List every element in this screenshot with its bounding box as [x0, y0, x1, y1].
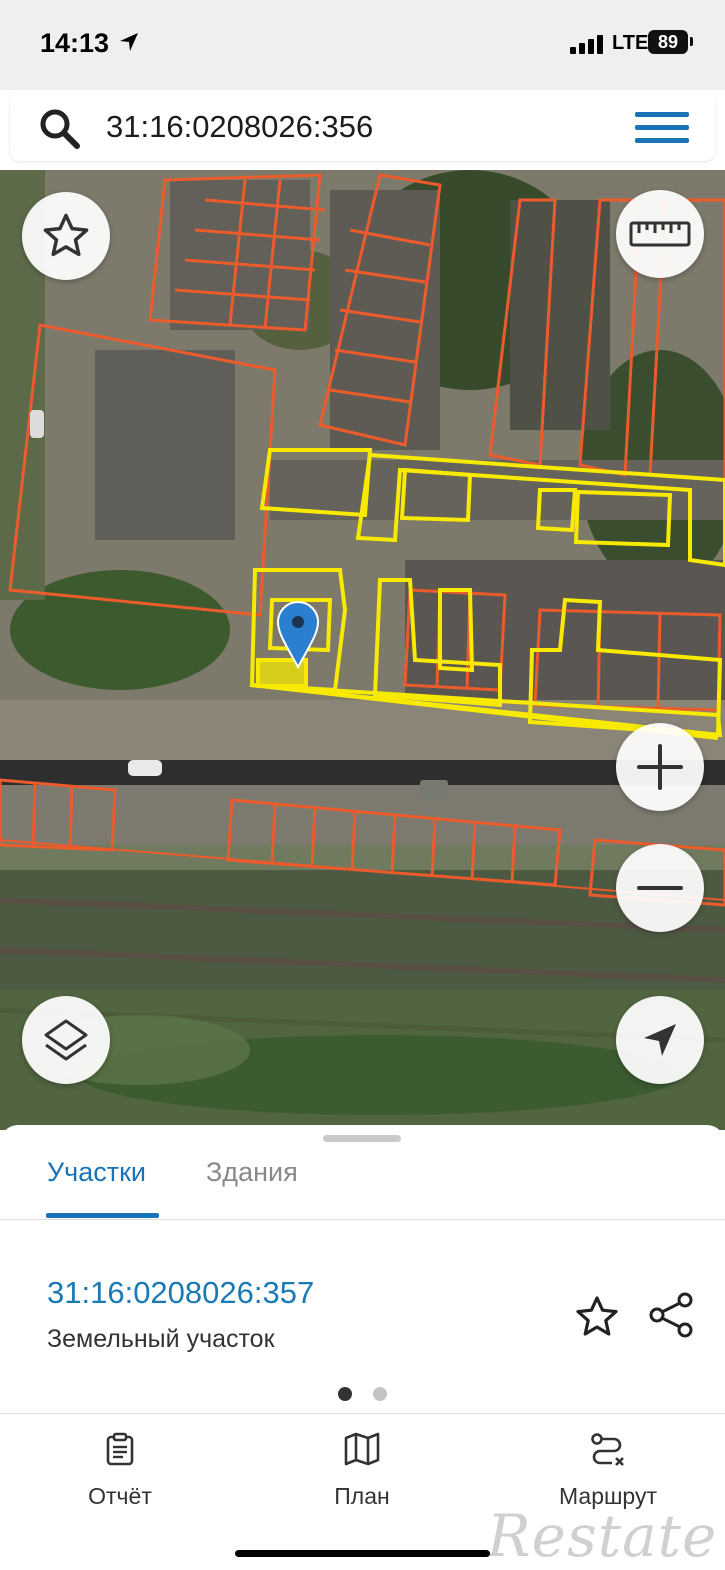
- search-bar[interactable]: 31:16:0208026:356: [10, 95, 715, 161]
- tab-buildings[interactable]: Здания: [206, 1157, 298, 1188]
- search-input[interactable]: 31:16:0208026:356: [106, 109, 373, 145]
- my-location-button[interactable]: [616, 996, 704, 1084]
- tab-parcels[interactable]: Участки: [47, 1157, 146, 1188]
- bottom-navigation: Отчёт План Маршрут Restate: [0, 1413, 725, 1570]
- nav-plan-label: План: [334, 1483, 390, 1509]
- report-icon: [106, 1432, 134, 1466]
- search-icon[interactable]: [38, 107, 82, 151]
- map-icon: [344, 1432, 380, 1466]
- share-icon[interactable]: [647, 1291, 695, 1339]
- ruler-button[interactable]: [616, 190, 704, 278]
- parcel-cadastral-number[interactable]: 31:16:0208026:357: [47, 1275, 314, 1311]
- favorite-button[interactable]: [22, 192, 110, 280]
- location-arrow-icon: [120, 33, 138, 51]
- home-indicator: [235, 1550, 490, 1557]
- plus-icon: [637, 744, 683, 790]
- layers-icon: [44, 1019, 88, 1061]
- battery-icon: [690, 37, 693, 46]
- status-bar: 14:13 LTE 89: [0, 0, 725, 90]
- nav-report[interactable]: Отчёт: [75, 1432, 165, 1510]
- battery-level: 89: [648, 30, 688, 54]
- map-view[interactable]: [0, 170, 725, 1130]
- bottom-sheet[interactable]: Участки Здания 31:16:0208026:357 Земельн…: [0, 1125, 725, 1415]
- route-icon: [591, 1433, 624, 1466]
- status-time: 14:13: [40, 28, 110, 58]
- tab-divider: [0, 1219, 725, 1220]
- page-dot: [373, 1387, 387, 1401]
- sheet-drag-handle[interactable]: [323, 1135, 401, 1142]
- watermark: Restate: [487, 1502, 718, 1570]
- layers-button[interactable]: [22, 996, 110, 1084]
- network-type: LTE: [612, 32, 649, 54]
- page-dot-active: [338, 1387, 352, 1401]
- navigation-arrow-icon: [644, 1024, 676, 1056]
- active-tab-indicator: [46, 1213, 159, 1218]
- nav-plan[interactable]: План: [317, 1432, 407, 1510]
- zoom-in-button[interactable]: [616, 723, 704, 811]
- star-icon[interactable]: [573, 1293, 621, 1341]
- star-icon: [43, 213, 89, 257]
- minus-icon: [637, 886, 683, 890]
- ruler-icon: [629, 221, 691, 247]
- menu-icon[interactable]: [635, 108, 689, 148]
- parcel-type: Земельный участок: [47, 1325, 275, 1353]
- nav-route[interactable]: Маршрут: [543, 1432, 673, 1510]
- signal-icon: [570, 35, 603, 54]
- nav-report-label: Отчёт: [88, 1483, 152, 1509]
- satellite-map[interactable]: [0, 170, 725, 1130]
- zoom-out-button[interactable]: [616, 844, 704, 932]
